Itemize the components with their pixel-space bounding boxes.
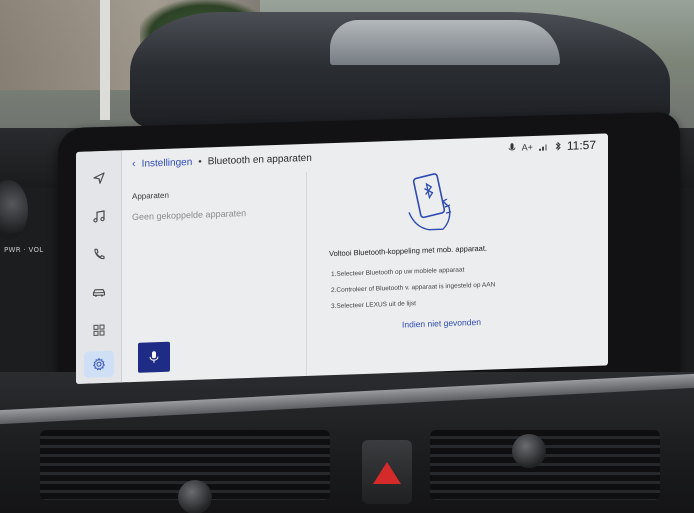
rail-item-phone[interactable] xyxy=(84,241,114,268)
settings-gear-icon xyxy=(92,357,106,371)
pole xyxy=(100,0,110,120)
pairing-step-3: 3.Selecteer LEXUS uit de lijst xyxy=(331,300,416,311)
no-devices-text: Geen gekoppelde apparaten xyxy=(132,208,247,223)
signal-icon xyxy=(538,144,547,151)
bluetooth-icon xyxy=(555,141,561,151)
pairing-step-2: 2.Controleer of Bluetooth v. apparaat is… xyxy=(331,281,496,295)
car-icon xyxy=(92,289,106,297)
nav-rail xyxy=(76,150,122,384)
hazard-icon xyxy=(373,462,401,484)
microphone-icon xyxy=(149,351,159,363)
hazard-button[interactable] xyxy=(362,440,412,504)
status-bar: A+ 11:57 xyxy=(508,138,596,155)
voice-command-button[interactable] xyxy=(138,341,170,373)
rail-item-apps[interactable] xyxy=(84,317,114,344)
breadcrumb-separator: • xyxy=(198,156,202,168)
vent-knob-right[interactable] xyxy=(512,434,546,468)
devices-section-label: Apparaten xyxy=(132,190,169,202)
rail-item-settings[interactable] xyxy=(84,350,114,378)
rail-item-vehicle[interactable] xyxy=(84,279,114,306)
breadcrumb: ‹ Instellingen • Bluetooth en apparaten xyxy=(132,152,312,170)
pairing-step-1: 1.Selecteer Bluetooth op uw mobiele appa… xyxy=(331,266,465,279)
pairing-title: Voltooi Bluetooth-koppeling met mob. app… xyxy=(329,243,488,259)
back-button[interactable]: ‹ xyxy=(132,158,136,170)
air-vent-right xyxy=(430,430,660,500)
infotainment-screen: ‹ Instellingen • Bluetooth en apparaten … xyxy=(76,133,608,384)
phone-bluetooth-hand-icon xyxy=(408,173,452,231)
power-volume-knob[interactable] xyxy=(0,180,28,240)
devices-pane: Apparaten Geen gekoppelde apparaten xyxy=(122,174,306,382)
pairing-pane: Voltooi Bluetooth-koppeling met mob. app… xyxy=(307,161,608,376)
phone-icon xyxy=(94,248,105,260)
vent-knob-left[interactable] xyxy=(178,480,212,513)
rail-item-navigation[interactable] xyxy=(84,165,114,192)
rail-item-music[interactable] xyxy=(84,203,114,230)
not-found-link[interactable]: Indien niet gevonden xyxy=(402,317,481,330)
parked-car-window xyxy=(330,20,560,65)
power-volume-label: PWR · VOL xyxy=(4,246,44,254)
mic-status-icon xyxy=(508,143,515,151)
apps-grid-icon xyxy=(93,324,105,336)
clock: 11:57 xyxy=(566,137,596,153)
page-title: Bluetooth en apparaten xyxy=(207,152,312,167)
breadcrumb-parent-link[interactable]: Instellingen xyxy=(142,156,193,169)
navigation-icon xyxy=(93,172,105,184)
music-icon xyxy=(93,210,105,223)
text-size-icon: A+ xyxy=(521,142,533,153)
